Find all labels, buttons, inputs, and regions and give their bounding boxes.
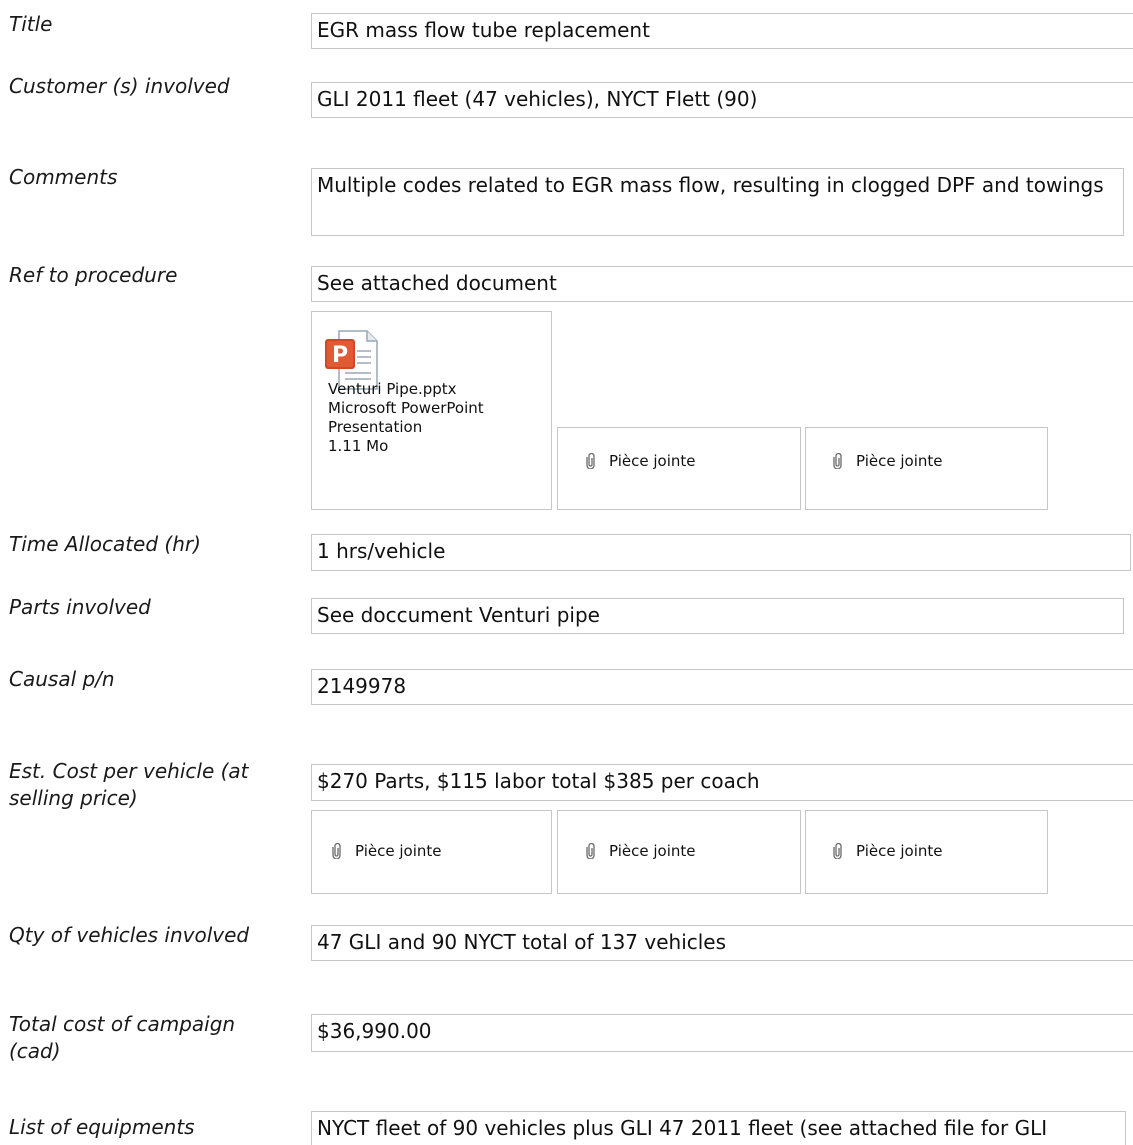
customers-label: Customer (s) involved (9, 74, 230, 98)
attachment-label[interactable]: Pièce jointe (609, 452, 695, 470)
paperclip-icon (586, 453, 595, 469)
parts-involved-field[interactable]: See doccument Venturi pipe (311, 598, 1124, 634)
total-cost-label: Total cost of campaign (cad) (9, 1012, 236, 1063)
ref-procedure-field[interactable]: See attached document (311, 266, 1133, 302)
customers-field[interactable]: GLI 2011 fleet (47 vehicles), NYCT Flett… (311, 82, 1133, 118)
causal-pn-label: Causal p/n (9, 667, 115, 691)
paperclip-icon (833, 453, 842, 469)
causal-pn-field[interactable]: 2149978 (311, 669, 1133, 705)
paperclip-icon (833, 843, 842, 859)
est-cost-label: Est. Cost per vehicle (at selling price) (9, 759, 249, 810)
total-cost-field[interactable]: $36,990.00 (311, 1014, 1133, 1052)
equipments-label: List of equipments (9, 1115, 195, 1139)
paperclip-icon (586, 843, 595, 859)
svg-text:P: P (332, 343, 348, 368)
attachment-label[interactable]: Pièce jointe (856, 842, 942, 860)
parts-involved-label: Parts involved (9, 595, 151, 619)
title-label: Title (9, 12, 53, 36)
ref-procedure-label: Ref to procedure (9, 263, 178, 287)
attachment-tile[interactable]: Pièce jointe (557, 427, 801, 510)
est-cost-field[interactable]: $270 Parts, $115 labor total $385 per co… (311, 764, 1133, 801)
attachment-file-tile[interactable]: P Venturi Pipe.pptx Microsoft PowerPoint… (311, 311, 552, 510)
comments-field[interactable]: Multiple codes related to EGR mass flow,… (311, 168, 1124, 236)
qty-vehicles-field[interactable]: 47 GLI and 90 NYCT total of 137 vehicles (311, 925, 1133, 961)
attachment-tile[interactable]: Pièce jointe (557, 810, 801, 894)
file-info: Venturi Pipe.pptx Microsoft PowerPoint P… (328, 380, 528, 456)
equipments-field[interactable]: NYCT fleet of 90 vehicles plus GLI 47 20… (311, 1111, 1126, 1145)
file-type: Microsoft PowerPoint Presentation (328, 399, 484, 436)
attachment-label[interactable]: Pièce jointe (609, 842, 695, 860)
attachment-tile[interactable]: Pièce jointe (311, 810, 552, 894)
time-allocated-field[interactable]: 1 hrs/vehicle (311, 534, 1131, 571)
file-size: 1.11 Mo (328, 437, 389, 455)
attachment-tile[interactable]: Pièce jointe (805, 810, 1048, 894)
paperclip-icon (332, 843, 341, 859)
title-field[interactable]: EGR mass flow tube replacement (311, 13, 1133, 49)
file-name[interactable]: Venturi Pipe.pptx (328, 380, 528, 399)
attachment-label[interactable]: Pièce jointe (856, 452, 942, 470)
comments-label: Comments (9, 165, 118, 189)
time-allocated-label: Time Allocated (hr) (9, 532, 201, 556)
qty-vehicles-label: Qty of vehicles involved (9, 923, 250, 947)
attachment-label[interactable]: Pièce jointe (355, 842, 441, 860)
attachment-tile[interactable]: Pièce jointe (805, 427, 1048, 510)
